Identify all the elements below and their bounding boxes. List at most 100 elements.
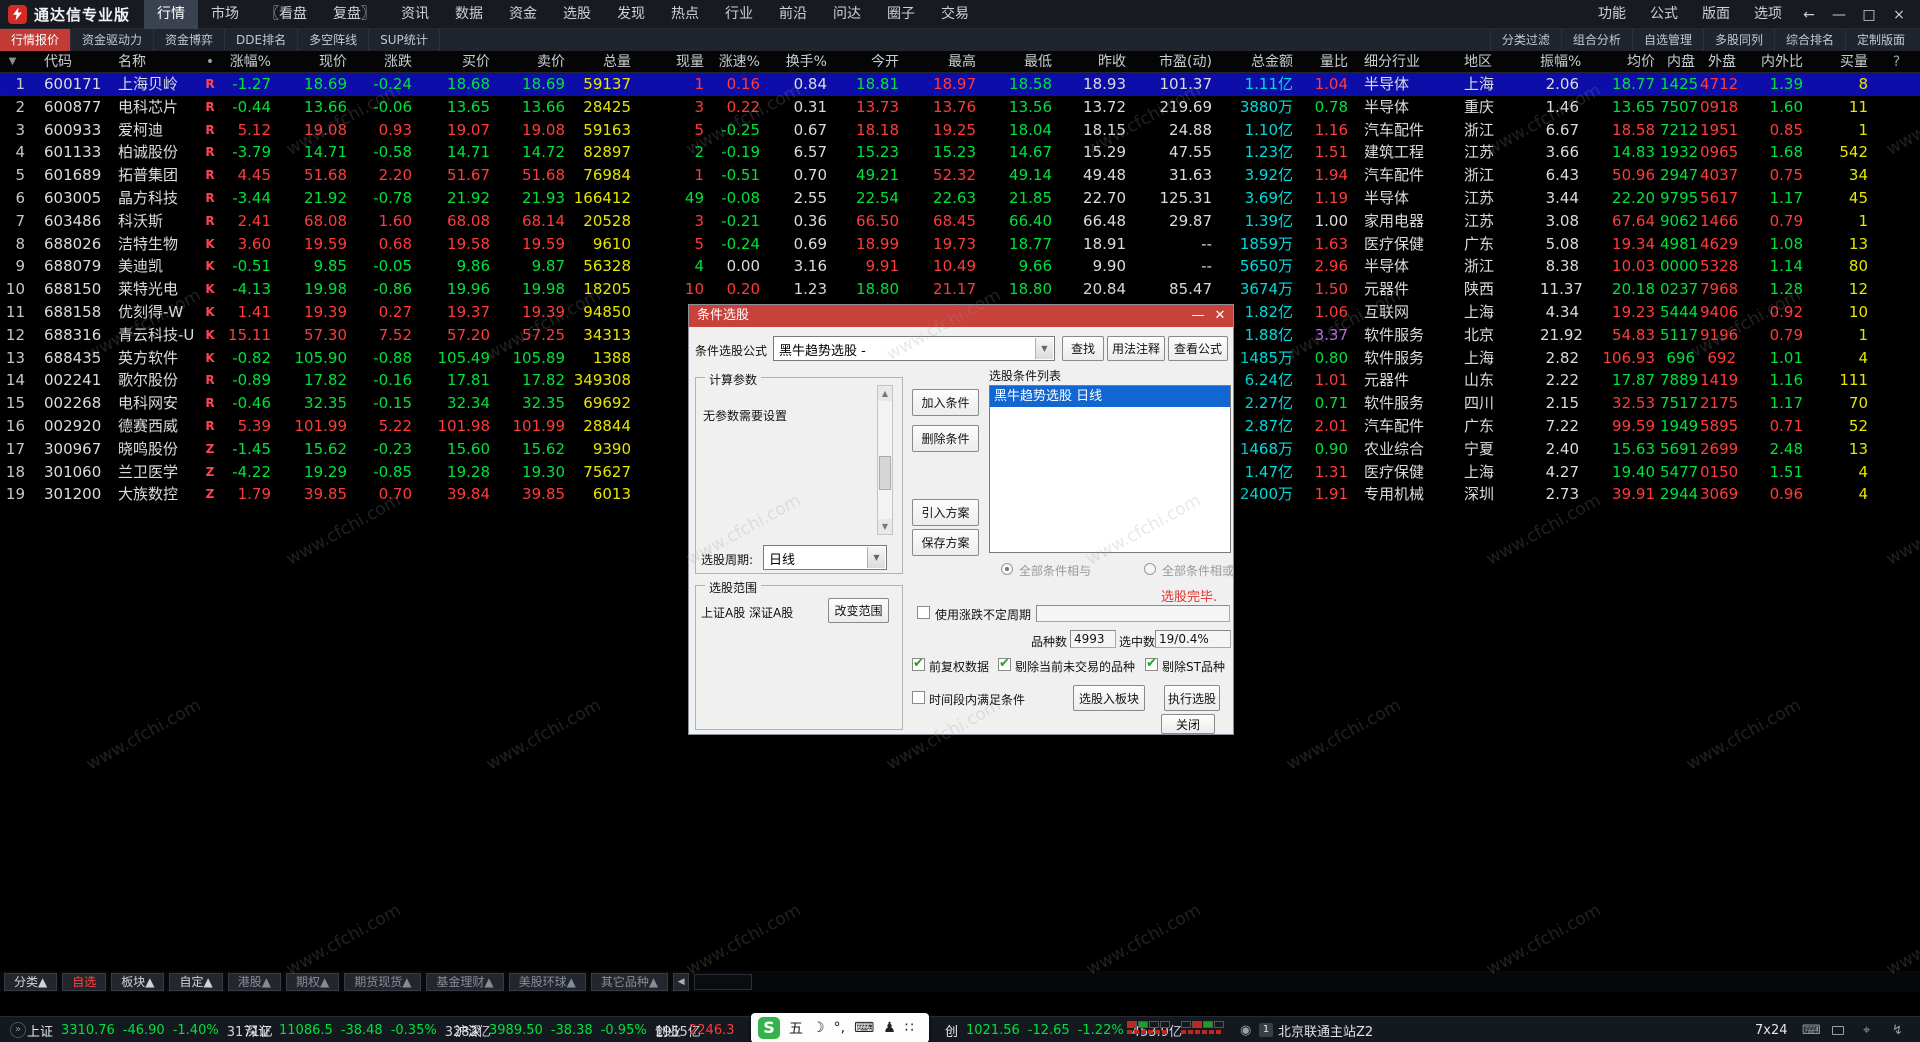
forward-adjust-checkbox[interactable]: ✔ xyxy=(912,658,925,671)
column-header-昨收[interactable]: 昨收 xyxy=(1057,51,1131,72)
column-header-换手%[interactable]: 换手% xyxy=(765,51,832,72)
menu-item-行情[interactable]: 行情 xyxy=(144,0,198,29)
view-formula-button[interactable]: 查看公式 xyxy=(1168,336,1228,361)
ime-item-1[interactable]: ☽ xyxy=(812,1020,825,1036)
time-range-checkbox[interactable] xyxy=(912,691,925,704)
table-row-688150[interactable]: 10688150莱特光电K-4.1319.98-0.8619.9619.9818… xyxy=(0,278,1920,301)
column-header-内盘[interactable]: 内盘 xyxy=(1660,51,1700,72)
server-name[interactable]: 北京联通主站Z2 xyxy=(1278,1017,1373,1042)
find-button[interactable]: 查找 xyxy=(1062,336,1104,361)
toolbar-item-SUP统计[interactable]: SUP统计 xyxy=(369,29,440,51)
change-range-button[interactable]: 改变范围 xyxy=(828,598,889,623)
column-header-买价[interactable]: 买价 xyxy=(417,51,495,72)
ime-item-0[interactable]: 五 xyxy=(789,1018,803,1038)
table-row-600877[interactable]: 2600877电科芯片R-0.4413.66-0.0613.6513.66284… xyxy=(0,96,1920,119)
menu-item-公式[interactable]: 公式 xyxy=(1640,0,1688,29)
close-button[interactable]: 关闭 xyxy=(1161,714,1215,734)
column-header-涨跌[interactable]: 涨跌 xyxy=(352,51,417,72)
menu-item-数据[interactable]: 数据 xyxy=(442,0,496,29)
toolbar-item-多空阵线[interactable]: 多空阵线 xyxy=(298,29,369,51)
variable-period-input[interactable] xyxy=(1036,605,1230,622)
dialog-title[interactable]: 条件选股 xyxy=(689,305,1233,327)
column-header-涨幅%[interactable]: 涨幅% xyxy=(225,51,276,72)
menu-item-资金[interactable]: 资金 xyxy=(496,0,550,29)
column-header-内外比[interactable]: 内外比 xyxy=(1741,51,1808,72)
menu-item-发现[interactable]: 发现 xyxy=(604,0,658,29)
menu-item-选股[interactable]: 选股 xyxy=(550,0,604,29)
column-header-•[interactable]: • xyxy=(195,51,225,72)
minimize-icon[interactable]: — xyxy=(1826,7,1852,23)
column-header-最高[interactable]: 最高 xyxy=(904,51,981,72)
dialog-close-icon[interactable]: ✕ xyxy=(1211,305,1229,327)
tab-基金理财[interactable]: 基金理财▲ xyxy=(426,973,503,991)
column-header-名称[interactable]: 名称 xyxy=(110,51,195,72)
toolbar-item-行情报价[interactable]: 行情报价 xyxy=(0,29,71,51)
column-header-▼[interactable]: ▼ xyxy=(0,51,30,72)
condition-listbox[interactable]: 黑牛趋势选股 日线 xyxy=(989,385,1231,553)
power-icon[interactable]: ↯ xyxy=(1892,1017,1903,1042)
menu-item-问达[interactable]: 问达 xyxy=(820,0,874,29)
tab-分类[interactable]: 分类▲ xyxy=(4,973,57,991)
chevron-down-icon[interactable]: ▼ xyxy=(1035,338,1053,359)
toolbar-item-组合分析[interactable]: 组合分析 xyxy=(1561,29,1632,51)
params-scrollbar[interactable]: ▲ ▼ xyxy=(877,385,893,535)
toolbar-item-DDE排名[interactable]: DDE排名 xyxy=(225,29,298,51)
table-row-600933[interactable]: 3600933爱柯迪R5.1219.080.9319.0719.08591635… xyxy=(0,119,1920,142)
menu-item-资讯[interactable]: 资讯 xyxy=(388,0,442,29)
menu-item-前沿[interactable]: 前沿 xyxy=(766,0,820,29)
exclude-suspended-checkbox[interactable]: ✔ xyxy=(998,658,1011,671)
tab-板块[interactable]: 板块▲ xyxy=(111,973,164,991)
table-row-603486[interactable]: 7603486科沃斯R2.4168.081.6068.0868.14205283… xyxy=(0,210,1920,233)
scrollbar-thumb[interactable] xyxy=(879,456,891,490)
column-header-地区[interactable]: 地区 xyxy=(1458,51,1540,72)
scroll-up-icon[interactable]: ▲ xyxy=(878,386,892,401)
column-header-外盘[interactable]: 外盘 xyxy=(1700,51,1741,72)
menu-item-圈子[interactable]: 圈子 xyxy=(874,0,928,29)
toolbar-item-多股同列[interactable]: 多股同列 xyxy=(1703,29,1774,51)
tab-期权[interactable]: 期权▲ xyxy=(286,973,339,991)
toolbar-item-资金博弈[interactable]: 资金博弈 xyxy=(154,29,225,51)
toolbar-item-自选管理[interactable]: 自选管理 xyxy=(1632,29,1703,51)
ime-toolbar[interactable]: S五☽°,⌨♟∷ xyxy=(751,1013,929,1042)
satellite-icon[interactable]: ⌖ xyxy=(1863,1017,1870,1042)
tab-自选[interactable]: 自选 xyxy=(62,973,106,991)
tab-自定[interactable]: 自定▲ xyxy=(169,973,222,991)
column-header-涨速%[interactable]: 涨速% xyxy=(709,51,765,72)
restore-icon[interactable]: □ xyxy=(1856,7,1882,23)
collapse-status-icon[interactable]: » xyxy=(10,1022,26,1038)
condition-list-item[interactable]: 黑牛趋势选股 日线 xyxy=(990,386,1230,407)
column-header-振幅%[interactable]: 振幅% xyxy=(1540,51,1584,72)
toolbar-item-资金驱动力[interactable]: 资金驱动力 xyxy=(71,29,154,51)
column-header-卖价[interactable]: 卖价 xyxy=(495,51,570,72)
menu-item-行业[interactable]: 行业 xyxy=(712,0,766,29)
column-header-细分行业[interactable]: 细分行业 xyxy=(1353,51,1458,72)
menu-item-选项[interactable]: 选项 xyxy=(1744,0,1792,29)
column-header-量比[interactable]: 量比 xyxy=(1298,51,1353,72)
menu-item-复盘〗[interactable]: 复盘〗 xyxy=(320,0,388,29)
formula-combobox[interactable]: 黑牛趋势选股 - ▼ xyxy=(773,336,1055,361)
column-header-?[interactable]: ? xyxy=(1873,51,1920,72)
keyboard-icon[interactable]: ⌨ xyxy=(1802,1017,1821,1042)
variable-period-checkbox[interactable] xyxy=(917,606,930,619)
monitor-icon[interactable] xyxy=(1832,1017,1844,1042)
column-header-代码[interactable]: 代码 xyxy=(30,51,110,72)
execute-pick-button[interactable]: 执行选股 xyxy=(1164,685,1220,711)
back-icon[interactable]: ← xyxy=(1796,7,1822,23)
close-icon[interactable]: × xyxy=(1886,7,1912,23)
dialog-minimize-icon[interactable]: — xyxy=(1189,305,1207,327)
import-plan-button[interactable]: 引入方案 xyxy=(912,499,979,526)
table-row-601689[interactable]: 5601689拓普集团R4.4551.682.2051.6751.6876984… xyxy=(0,164,1920,187)
period-combobox[interactable]: 日线 ▼ xyxy=(763,545,887,570)
ime-item-5[interactable]: ∷ xyxy=(905,1020,914,1036)
tab-其它品种[interactable]: 其它品种▲ xyxy=(591,973,668,991)
ime-item-3[interactable]: ⌨ xyxy=(854,1020,874,1036)
save-plan-button[interactable]: 保存方案 xyxy=(912,529,979,556)
menu-item-热点[interactable]: 热点 xyxy=(658,0,712,29)
menu-item-版面[interactable]: 版面 xyxy=(1692,0,1740,29)
menu-item-〖看盘[interactable]: 〖看盘 xyxy=(252,0,320,29)
menu-item-市场[interactable]: 市场 xyxy=(198,0,252,29)
menu-item-功能[interactable]: 功能 xyxy=(1588,0,1636,29)
add-condition-button[interactable]: 加入条件 xyxy=(912,389,979,416)
table-row-603005[interactable]: 6603005晶方科技R-3.4421.92-0.7821.9221.93166… xyxy=(0,187,1920,210)
table-row-600171[interactable]: 1600171上海贝岭R-1.2718.69-0.2418.6818.69591… xyxy=(0,73,1920,96)
